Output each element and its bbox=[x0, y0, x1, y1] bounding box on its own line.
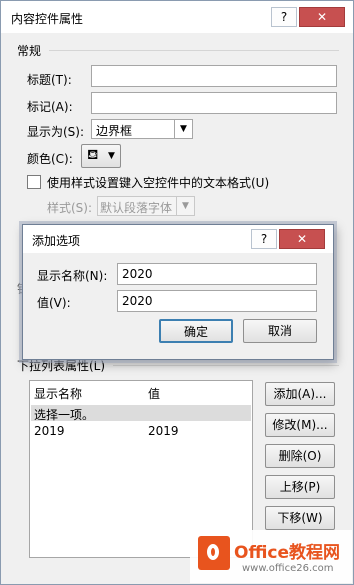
color-label: 颜色(C): bbox=[27, 152, 73, 166]
display-name-label: 显示名称(N): bbox=[37, 269, 108, 283]
show-as-value: 边界框 bbox=[96, 124, 133, 138]
use-style-checkbox[interactable] bbox=[27, 175, 41, 189]
style-select[interactable]: 默认段落字体 ▼ bbox=[97, 196, 195, 216]
general-section-label: 常规 bbox=[17, 44, 42, 58]
move-down-button[interactable]: 下移(W) bbox=[265, 506, 335, 530]
office-logo-ring-icon bbox=[207, 544, 219, 560]
list-item-name: 选择一项。 bbox=[34, 408, 95, 422]
list-item-name: 2019 bbox=[34, 424, 65, 438]
add-option-title: 添加选项 bbox=[32, 234, 81, 248]
general-separator bbox=[49, 50, 339, 51]
style-label: 样式(S): bbox=[47, 201, 93, 215]
add-option-titlebar: 添加选项 ? ✕ bbox=[23, 225, 333, 253]
cancel-button[interactable]: 取消 bbox=[243, 319, 317, 343]
delete-button[interactable]: 删除(O) bbox=[265, 444, 335, 468]
list-item[interactable]: 选择一项。 bbox=[31, 405, 251, 422]
value-label: 值(V): bbox=[37, 296, 71, 310]
list-item[interactable]: 2019 2019 bbox=[31, 423, 251, 440]
value-value: 2020 bbox=[122, 294, 153, 308]
add-option-dialog: 添加选项 ? ✕ 显示名称(N): 2020 值(V): 2020 确定 取消 bbox=[22, 224, 334, 360]
paint-bucket-icon: ⛾ bbox=[87, 147, 99, 163]
move-up-button[interactable]: 上移(P) bbox=[265, 475, 335, 499]
chevron-down-icon: ▼ bbox=[176, 197, 194, 215]
tag-label: 标记(A): bbox=[27, 100, 73, 114]
office-logo-icon bbox=[198, 536, 230, 570]
watermark: Office教程网 www.office26.com bbox=[190, 530, 352, 583]
watermark-brand: Office教程网 bbox=[234, 543, 341, 563]
close-button[interactable]: ✕ bbox=[299, 7, 345, 27]
dropdown-separator bbox=[113, 365, 339, 366]
use-style-label: 使用样式设置键入空控件中的文本格式(U) bbox=[47, 176, 270, 190]
ok-button[interactable]: 确定 bbox=[159, 319, 233, 343]
style-value: 默认段落字体 bbox=[100, 201, 173, 215]
display-name-input[interactable]: 2020 bbox=[117, 263, 317, 285]
list-header-name: 显示名称 bbox=[34, 387, 83, 401]
title-label: 标题(T): bbox=[27, 73, 72, 87]
modify-button[interactable]: 修改(M)... bbox=[265, 413, 335, 437]
value-input[interactable]: 2020 bbox=[117, 290, 317, 312]
display-name-value: 2020 bbox=[122, 267, 153, 281]
help-button[interactable]: ? bbox=[251, 229, 277, 249]
help-button[interactable]: ? bbox=[271, 7, 297, 27]
show-as-select[interactable]: 边界框 ▼ bbox=[91, 119, 193, 139]
main-titlebar: 内容控件属性 ? ✕ bbox=[1, 1, 353, 33]
list-header-value: 值 bbox=[148, 387, 161, 401]
main-title: 内容控件属性 bbox=[11, 12, 84, 26]
chevron-down-icon: ▼ bbox=[174, 120, 192, 138]
add-button[interactable]: 添加(A)... bbox=[265, 382, 335, 406]
tag-input[interactable] bbox=[91, 92, 337, 114]
color-picker-button[interactable]: ⛾ ▼ bbox=[81, 144, 121, 168]
chevron-down-icon: ▼ bbox=[108, 151, 115, 161]
title-input[interactable] bbox=[91, 65, 337, 87]
close-button[interactable]: ✕ bbox=[279, 229, 325, 249]
watermark-url: www.office26.com bbox=[242, 563, 334, 574]
list-item-value: 2019 bbox=[148, 424, 179, 438]
show-as-label: 显示为(S): bbox=[27, 125, 85, 139]
